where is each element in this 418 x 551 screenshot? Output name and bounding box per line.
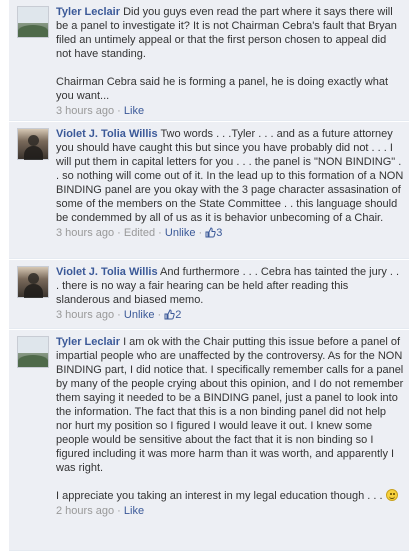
like-link[interactable]: Like <box>124 105 144 117</box>
thumbs-up-icon <box>205 227 216 238</box>
avatar[interactable] <box>17 336 49 368</box>
comment-meta: 3 hours ago · Unlike · 2 <box>56 308 182 322</box>
like-count[interactable]: 3 <box>205 226 222 240</box>
smiley-emoji-icon <box>385 489 398 501</box>
comment-author[interactable]: Violet J. Tolia Willis <box>56 266 158 278</box>
comment-meta: 3 hours ago · Edited · Unlike · 3 <box>56 226 223 240</box>
timestamp: 3 hours ago <box>56 227 115 239</box>
comment-text: Two words . . .Tyler . . . and as a futu… <box>56 128 404 224</box>
unlike-link[interactable]: Unlike <box>165 227 196 239</box>
comment-meta: 2 hours ago · Like <box>56 505 145 517</box>
avatar[interactable] <box>17 6 49 38</box>
avatar[interactable] <box>17 266 49 298</box>
comment: Tyler Leclair Did you guys even read the… <box>9 0 409 121</box>
comment-text: Chairman Cebra said he is forming a pane… <box>56 76 389 102</box>
comment-author[interactable]: Tyler Leclair <box>56 336 120 348</box>
timestamp: 2 hours ago <box>56 505 115 517</box>
comment-author[interactable]: Violet J. Tolia Willis <box>56 128 158 140</box>
comment-body: Tyler Leclair I am ok with the Chair put… <box>56 335 404 518</box>
comment-body: Tyler Leclair Did you guys even read the… <box>56 5 404 118</box>
comment: Tyler Leclair I am ok with the Chair put… <box>9 330 409 551</box>
comment: Violet J. Tolia Willis And furthermore .… <box>9 260 409 329</box>
comment-author[interactable]: Tyler Leclair <box>56 6 120 18</box>
comment-body: Violet J. Tolia Willis Two words . . .Ty… <box>56 127 404 240</box>
timestamp: 3 hours ago <box>56 309 115 321</box>
like-link[interactable]: Like <box>124 505 144 517</box>
comment-body: Violet J. Tolia Willis And furthermore .… <box>56 265 404 322</box>
comment: Violet J. Tolia Willis Two words . . .Ty… <box>9 122 409 259</box>
timestamp: 3 hours ago <box>56 105 115 117</box>
like-count[interactable]: 2 <box>164 308 181 322</box>
comment-meta: 3 hours ago · Like <box>56 105 145 117</box>
comment-text: I appreciate you taking an interest in m… <box>56 490 383 502</box>
comment-text: I am ok with the Chair putting this issu… <box>56 336 404 474</box>
edited-label[interactable]: Edited <box>124 227 155 239</box>
comment-thread: Tyler Leclair Did you guys even read the… <box>0 0 418 551</box>
unlike-link[interactable]: Unlike <box>124 309 155 321</box>
thumbs-up-icon <box>164 309 175 320</box>
avatar[interactable] <box>17 128 49 160</box>
